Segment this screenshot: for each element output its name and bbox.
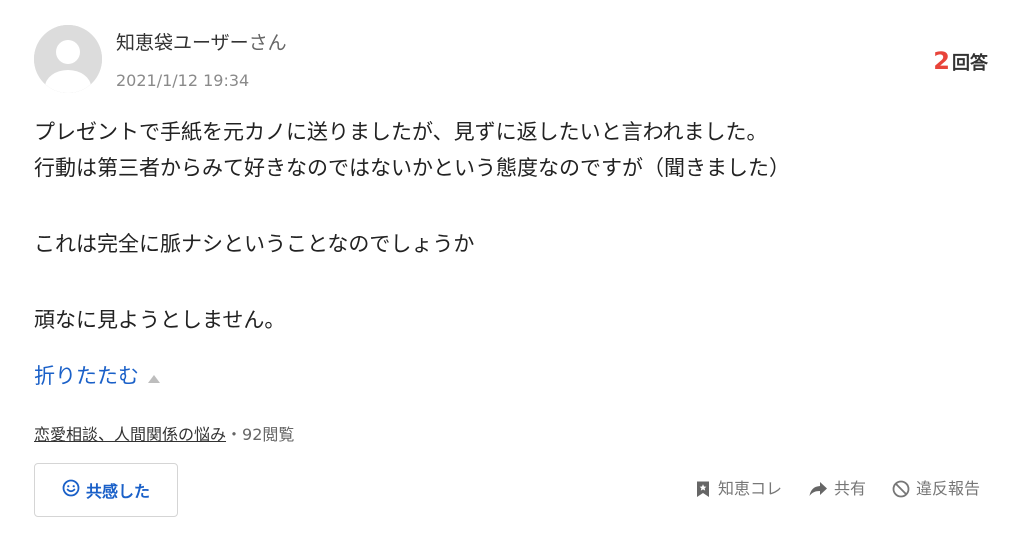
share-label: 共有	[833, 479, 866, 498]
empathy-label: 共感した	[85, 482, 150, 501]
bookmark-icon	[696, 481, 709, 497]
answer-count-number: 2	[933, 47, 950, 75]
user-name-text: 知恵袋ユーザー	[116, 32, 249, 54]
question-body: プレゼントで手紙を元カノに送りましたが、見ずに返したいと言われました。 行動は第…	[34, 114, 994, 338]
user-honorific: さん	[248, 32, 287, 54]
question-line: 頑なに見ようとしません。	[34, 308, 286, 332]
collapse-label: 折りたたむ	[34, 364, 139, 388]
chiebukuro-kore-button[interactable]: 知恵コレ	[694, 477, 782, 501]
report-button[interactable]: 違反報告	[892, 477, 980, 501]
category-link[interactable]: 恋愛相談、人間関係の悩み	[34, 425, 226, 444]
question-line: これは完全に脈ナシということなのでしょうか	[34, 232, 475, 256]
meta-separator: ・	[226, 425, 243, 444]
report-label: 違反報告	[915, 479, 980, 498]
post-date: 2021/1/12 19:34	[116, 71, 250, 90]
question-line: 行動は第三者からみて好きなのではないかという態度なのですが（聞きました）	[34, 156, 790, 180]
collapse-triangle-icon	[147, 361, 161, 393]
answer-count[interactable]: 2 回答	[933, 46, 988, 79]
smile-icon	[62, 479, 80, 501]
question-line: プレゼントで手紙を元カノに送りましたが、見ずに返したいと言われました。	[34, 120, 768, 144]
chiebukuro-kore-label: 知恵コレ	[717, 479, 782, 498]
share-arrow-icon	[809, 482, 827, 496]
share-button[interactable]: 共有	[808, 477, 866, 501]
user-name[interactable]: 知恵袋ユーザーさん	[116, 30, 287, 56]
prohibit-icon	[892, 480, 910, 498]
collapse-link[interactable]: 折りたたむ	[34, 360, 161, 393]
empathy-button[interactable]: 共感した	[34, 463, 178, 517]
avatar[interactable]	[34, 25, 102, 93]
avatar-icon	[34, 25, 102, 93]
category-row: 恋愛相談、人間関係の悩み・92閲覧	[34, 424, 294, 446]
answer-count-label: 回答	[952, 53, 988, 74]
action-bar: 知恵コレ 共有 違反報告	[694, 477, 980, 501]
view-count: 92閲覧	[242, 425, 295, 444]
